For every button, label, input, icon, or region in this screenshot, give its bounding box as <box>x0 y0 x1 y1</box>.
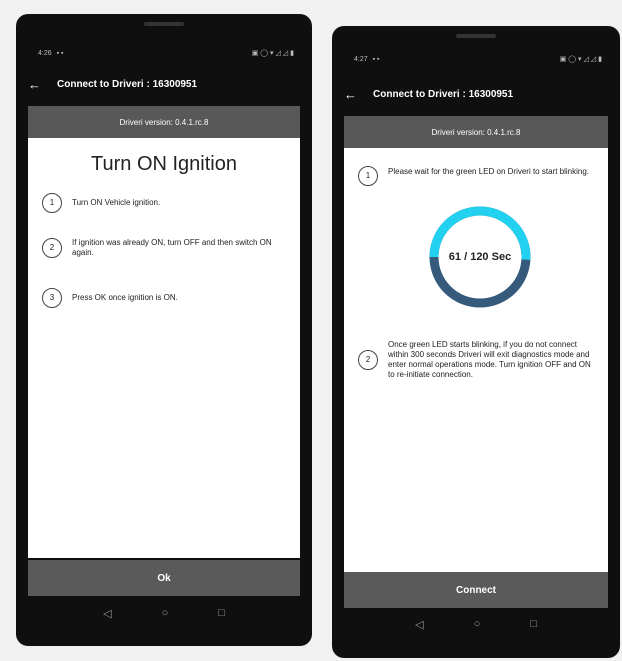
system-nav-bar: ◁ ○ □ <box>344 609 608 639</box>
battery-icon: ▣ ◯ ▾ ◿ ◿ ▮ <box>559 56 602 63</box>
step-number-1: 1 <box>358 166 378 186</box>
system-nav-bar: ◁ ○ □ <box>28 598 300 628</box>
step-text: If ignition was already ON, turn OFF and… <box>72 238 272 257</box>
app-title: Connect to Driveri : 16300951 <box>57 79 198 90</box>
back-triangle-icon[interactable]: ◁ <box>415 618 423 631</box>
step-number-2: 2 <box>358 350 378 370</box>
connect-button[interactable]: Connect <box>344 572 608 608</box>
step-number-3: 3 <box>42 288 62 308</box>
home-circle-icon[interactable]: ○ <box>162 607 169 619</box>
step-text: Press OK once ignition is ON. <box>72 293 178 302</box>
step-number-1: 1 <box>42 193 62 213</box>
step-text: Once green LED starts blinking, if you d… <box>388 340 591 379</box>
version-bar: Driveri version: 0.4.1.rc.8 <box>28 106 300 138</box>
status-time: 4:26 <box>38 49 52 57</box>
app-header: ← Connect to Driveri : 16300951 <box>344 87 608 102</box>
status-bar: 4:26 ▪ ▪ ▣ ◯ ▾ ◿ ◿ ▮ <box>38 46 294 60</box>
step-text: Please wait for the green LED on Driveri… <box>388 167 589 176</box>
ok-button[interactable]: Ok <box>28 560 300 596</box>
home-circle-icon[interactable]: ○ <box>474 618 481 630</box>
recents-square-icon[interactable]: □ <box>218 607 225 619</box>
version-bar: Driveri version: 0.4.1.rc.8 <box>344 116 608 148</box>
notification-icon: ▪ ▪ <box>372 55 380 63</box>
arrow-left-icon[interactable]: ← <box>344 87 357 102</box>
app-title: Connect to Driveri : 16300951 <box>373 89 514 100</box>
back-triangle-icon[interactable]: ◁ <box>103 607 111 620</box>
battery-icon: ▣ ◯ ▾ ◿ ◿ ▮ <box>251 50 294 57</box>
step-item: 1 Please wait for the green LED on Drive… <box>358 166 592 186</box>
status-time: 4:27 <box>354 55 368 63</box>
ignition-content: Turn ON Ignition 1 Turn ON Vehicle ignit… <box>28 138 300 558</box>
status-icons: ▣ ◯ ▾ ◿ ◿ ▮ <box>252 49 294 57</box>
speaker-grille <box>144 22 184 26</box>
arrow-left-icon[interactable]: ← <box>28 77 41 92</box>
page-title: Turn ON Ignition <box>91 153 237 175</box>
step-item: 1 Turn ON Vehicle ignition. <box>42 193 284 213</box>
phone-left: 4:26 ▪ ▪ ▣ ◯ ▾ ◿ ◿ ▮ ← Connect to Driver… <box>16 14 312 646</box>
speaker-grille <box>456 34 496 38</box>
recents-square-icon[interactable]: □ <box>530 618 537 630</box>
connect-content: 1 Please wait for the green LED on Drive… <box>344 148 608 572</box>
app-header: ← Connect to Driveri : 16300951 <box>28 77 300 92</box>
step-item: 3 Press OK once ignition is ON. <box>42 288 284 308</box>
countdown-timer: 61 / 120 Sec <box>426 203 534 311</box>
notification-icon: ▪ ▪ <box>56 49 64 57</box>
step-text: Turn ON Vehicle ignition. <box>72 198 161 207</box>
timer-label: 61 / 120 Sec <box>448 251 512 263</box>
phone-right: 4:27 ▪ ▪ ▣ ◯ ▾ ◿ ◿ ▮ ← Connect to Driver… <box>332 26 620 658</box>
step-item: 2 Once green LED starts blinking, if you… <box>358 340 592 380</box>
status-icons: ▣ ◯ ▾ ◿ ◿ ▮ <box>560 55 602 63</box>
step-item: 2 If ignition was already ON, turn OFF a… <box>42 238 284 258</box>
step-number-2: 2 <box>42 238 62 258</box>
status-bar: 4:27 ▪ ▪ ▣ ◯ ▾ ◿ ◿ ▮ <box>354 52 602 66</box>
